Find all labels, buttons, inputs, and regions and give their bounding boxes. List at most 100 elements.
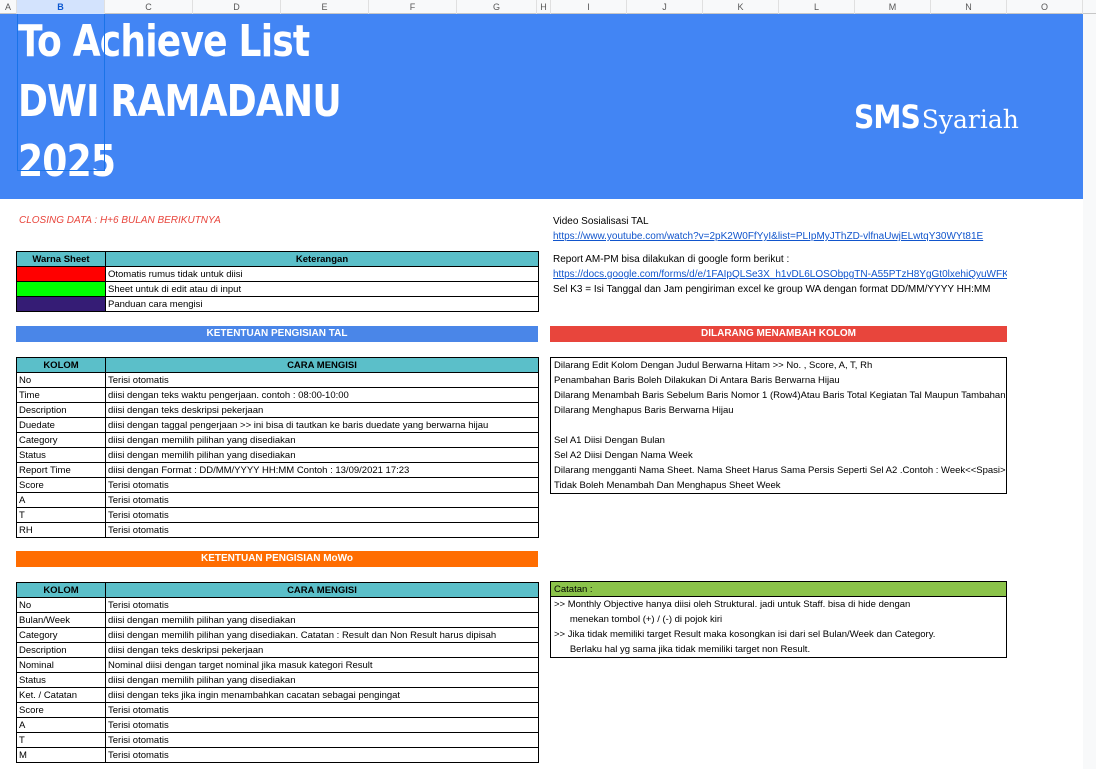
table-cell[interactable]: Terisi otomatis [105,522,539,538]
table-cell[interactable]: Terisi otomatis [105,717,539,733]
table-cell[interactable]: Terisi otomatis [105,732,539,748]
tal-header-cara: CARA MENGISI [105,357,539,373]
closing-data-note: CLOSING DATA : H+6 BULAN BERIKUTNYA [19,215,221,226]
rule-line[interactable]: Dilarang Edit Kolom Dengan Judul Berwarn… [551,358,1006,373]
legend-swatch-red[interactable] [16,266,106,282]
table-cell[interactable]: Terisi otomatis [105,597,539,613]
column-header-n[interactable]: N [931,0,1007,14]
column-header-k[interactable]: K [703,0,779,14]
table-cell[interactable]: diisi dengan Format : DD/MM/YYYY HH:MM C… [105,462,539,478]
table-cell[interactable]: Description [16,642,106,658]
tal-rules-table: KOLOM CARA MENGISI No Terisi otomatis Tim… [16,357,539,538]
table-cell[interactable]: diisi dengan teks waktu pengerjaan. cont… [105,387,539,403]
legend-desc[interactable]: Panduan cara mengisi [105,296,539,312]
rule-line[interactable]: Penambahan Baris Boleh Dilakukan Di Anta… [551,373,1006,388]
mowo-header-cara: CARA MENGISI [105,582,539,598]
table-cell[interactable]: diisi dengan teks deskripsi pekerjaan [105,642,539,658]
tal-header-kolom: KOLOM [16,357,106,373]
column-header-g[interactable]: G [457,0,537,14]
mowo-rules-table: KOLOM CARA MENGISI No Terisi otomatis Bul… [16,582,539,763]
table-cell[interactable]: A [16,717,106,733]
catatan-box: Catatan : >> Monthly Objective hanya dii… [550,581,1007,658]
logo-sms-text: SMS [854,98,921,136]
column-header-o[interactable]: O [1007,0,1083,14]
color-legend-table: Warna Sheet Keterangan Otomatis rumus ti… [16,251,539,312]
table-cell[interactable]: diisi dengan memilih pilihan yang disedi… [105,627,539,643]
table-cell[interactable]: Description [16,402,106,418]
table-cell[interactable]: Nominal [16,657,106,673]
column-header-c[interactable]: C [105,0,193,14]
catatan-line[interactable]: menekan tombol (+) / (-) di pojok kiri [551,612,1006,627]
table-cell[interactable]: Terisi otomatis [105,747,539,763]
table-cell[interactable]: Terisi otomatis [105,372,539,388]
rule-line[interactable]: Tidak Boleh Menambah Dan Menghapus Sheet… [551,478,1006,493]
legend-header-desc: Keterangan [105,251,539,267]
rule-line[interactable] [551,418,1006,433]
rule-line[interactable]: Sel A1 Diisi Dengan Bulan [551,433,1006,448]
table-cell[interactable]: Terisi otomatis [105,507,539,523]
k3-note: Sel K3 = Isi Tanggal dan Jam pengiriman … [553,284,991,295]
table-cell[interactable]: Category [16,627,106,643]
legend-desc[interactable]: Sheet untuk di edit atau di input [105,281,539,297]
table-cell[interactable]: Status [16,447,106,463]
column-header-i[interactable]: I [551,0,627,14]
column-header-f[interactable]: F [369,0,457,14]
table-cell[interactable]: Terisi otomatis [105,477,539,493]
table-cell[interactable]: Duedate [16,417,106,433]
table-cell[interactable]: Terisi otomatis [105,702,539,718]
table-cell[interactable]: Status [16,672,106,688]
table-cell[interactable]: RH [16,522,106,538]
legend-header-color: Warna Sheet [16,251,106,267]
column-header-l[interactable]: L [779,0,855,14]
table-cell[interactable]: No [16,597,106,613]
column-header-a[interactable]: A [0,0,17,14]
logo-syariah-text: Syariah [921,105,1019,134]
table-cell[interactable]: T [16,507,106,523]
table-cell[interactable]: Category [16,432,106,448]
column-header-j[interactable]: J [627,0,703,14]
rule-line[interactable]: Dilarang Menambah Baris Sebelum Baris No… [551,388,1006,403]
column-header-b[interactable]: B [17,0,105,14]
table-cell[interactable]: Bulan/Week [16,612,106,628]
catatan-line[interactable]: >> Monthly Objective hanya diisi oleh St… [551,597,1006,612]
legend-desc[interactable]: Otomatis rumus tidak untuk diisi [105,266,539,282]
table-cell[interactable]: diisi dengan teks deskripsi pekerjaan [105,402,539,418]
rule-line[interactable]: Dilarang Menghapus Baris Berwarna Hijau [551,403,1006,418]
selected-cell-outline[interactable] [17,14,105,171]
legend-swatch-purple[interactable] [16,296,106,312]
rule-line[interactable]: Dilarang mengganti Nama Sheet. Nama Shee… [551,463,1006,478]
table-cell[interactable]: diisi dengan memilih pilihan yang disedi… [105,672,539,688]
table-cell[interactable]: T [16,732,106,748]
table-cell[interactable]: diisi dengan taggal pengerjaan >> ini bi… [105,417,539,433]
table-cell[interactable]: Nominal diisi dengan target nominal jika… [105,657,539,673]
table-cell[interactable]: diisi dengan memilih pilihan yang disedi… [105,432,539,448]
table-cell[interactable]: Score [16,477,106,493]
table-cell[interactable]: Terisi otomatis [105,492,539,508]
report-form-link[interactable]: https://docs.google.com/forms/d/e/1FAIpQ… [553,269,1007,280]
column-header-h[interactable]: H [537,0,551,14]
column-header-e[interactable]: E [281,0,369,14]
table-cell[interactable]: Score [16,702,106,718]
catatan-line[interactable]: Berlaku hal yg sama jika tidak memiliki … [551,642,1006,657]
dilarang-rules-box: Dilarang Edit Kolom Dengan Judul Berwarn… [550,357,1007,494]
dilarang-section-title: DILARANG MENAMBAH KOLOM [550,326,1007,342]
tal-section-title: KETENTUAN PENGISIAN TAL [16,326,538,342]
table-cell[interactable]: No [16,372,106,388]
report-label: Report AM-PM bisa dilakukan di google fo… [553,254,790,265]
catatan-line[interactable]: >> Jika tidak memiliki target Result mak… [551,627,1006,642]
table-cell[interactable]: diisi dengan memilih pilihan yang disedi… [105,612,539,628]
table-cell[interactable]: Ket. / Catatan [16,687,106,703]
table-cell[interactable]: diisi dengan teks jika ingin menambahkan… [105,687,539,703]
table-cell[interactable]: diisi dengan memilih pilihan yang disedi… [105,447,539,463]
table-cell[interactable]: Report Time [16,462,106,478]
column-header-d[interactable]: D [193,0,281,14]
column-header-m[interactable]: M [855,0,931,14]
table-cell[interactable]: A [16,492,106,508]
table-cell[interactable]: Time [16,387,106,403]
catatan-title[interactable]: Catatan : [551,582,1006,597]
table-cell[interactable]: M [16,747,106,763]
scroll-gutter[interactable] [1083,14,1096,769]
video-link[interactable]: https://www.youtube.com/watch?v=2pK2W0Ff… [553,231,983,242]
legend-swatch-green[interactable] [16,281,106,297]
rule-line[interactable]: Sel A2 Diisi Dengan Nama Week [551,448,1006,463]
